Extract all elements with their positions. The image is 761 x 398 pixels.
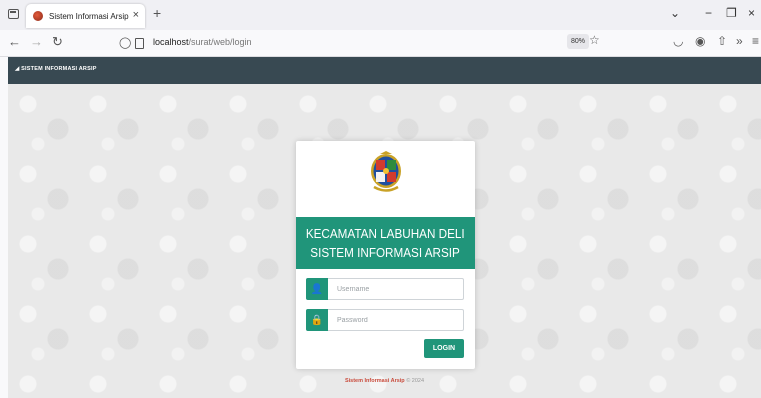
extensions-icon[interactable]: ⇧: [717, 33, 727, 49]
password-field: 🔒: [306, 309, 464, 331]
emblem-logo-icon: [371, 151, 401, 192]
footer-year: © 2024: [404, 378, 425, 384]
url-bar[interactable]: ◯ localhost/surat/web/login: [115, 33, 605, 54]
login-button[interactable]: LOGIN: [424, 339, 464, 358]
password-input[interactable]: [337, 313, 457, 327]
username-field: 👤: [306, 278, 464, 300]
restore-button[interactable]: ❐: [726, 6, 737, 20]
footer-credit: Sistem Informasi Arsip © 2024: [0, 378, 761, 384]
banner-system-title: SISTEM INFORMASI ARSIP: [310, 245, 461, 260]
url-host: localhost: [153, 37, 189, 47]
lock-icon: 🔒: [306, 309, 328, 331]
tab-close-icon[interactable]: ×: [133, 9, 139, 21]
reload-icon[interactable]: ↻: [52, 34, 63, 50]
user-icon: 👤: [306, 278, 328, 300]
app-header-title[interactable]: ◢ SISTEM INFORMASI ARSIP: [15, 66, 97, 72]
favicon-icon: [33, 11, 43, 21]
tab-list-icon[interactable]: [8, 9, 19, 19]
browser-tab[interactable]: Sistem Informasi Arsip ×: [26, 4, 145, 28]
menu-icon[interactable]: ≡: [752, 33, 759, 49]
pocket-icon[interactable]: ◡: [673, 33, 683, 49]
new-tab-button[interactable]: +: [153, 6, 161, 20]
zoom-level-badge[interactable]: 80%: [567, 34, 590, 49]
url-text[interactable]: localhost/surat/web/login: [153, 37, 252, 47]
app-header-title-text: SISTEM INFORMASI ARSIP: [21, 66, 97, 72]
login-banner: KECAMATAN LABUHAN DELI SISTEM INFORMASI …: [296, 217, 475, 269]
username-input[interactable]: [337, 282, 457, 296]
bookmark-star-icon[interactable]: ☆: [589, 33, 600, 47]
tab-strip: Sistem Informasi Arsip × + ⌄ − ❐ ×: [0, 0, 761, 30]
back-arrow-icon[interactable]: ←: [8, 34, 21, 50]
banner-district-title: KECAMATAN LABUHAN DELI: [306, 226, 465, 241]
tab-title: Sistem Informasi Arsip: [49, 11, 129, 21]
account-icon[interactable]: ◉: [695, 33, 705, 49]
close-window-button[interactable]: ×: [748, 6, 755, 20]
page-info-icon[interactable]: [135, 38, 144, 49]
overflow-chevrons-icon[interactable]: »: [736, 33, 743, 49]
url-path: /surat/web/login: [188, 37, 252, 47]
minimize-button[interactable]: −: [705, 6, 712, 20]
navigation-bar: ← → ↻ ◯ localhost/surat/web/login: [0, 30, 761, 57]
login-card: KECAMATAN LABUHAN DELI SISTEM INFORMASI …: [296, 141, 475, 369]
app-header: ◢ SISTEM INFORMASI ARSIP: [8, 57, 761, 84]
shield-icon[interactable]: ◯: [119, 36, 131, 49]
footer-brand[interactable]: Sistem Informasi Arsip: [345, 378, 405, 384]
forward-arrow-icon[interactable]: →: [30, 34, 43, 50]
list-all-tabs-button[interactable]: ⌄: [670, 6, 680, 20]
